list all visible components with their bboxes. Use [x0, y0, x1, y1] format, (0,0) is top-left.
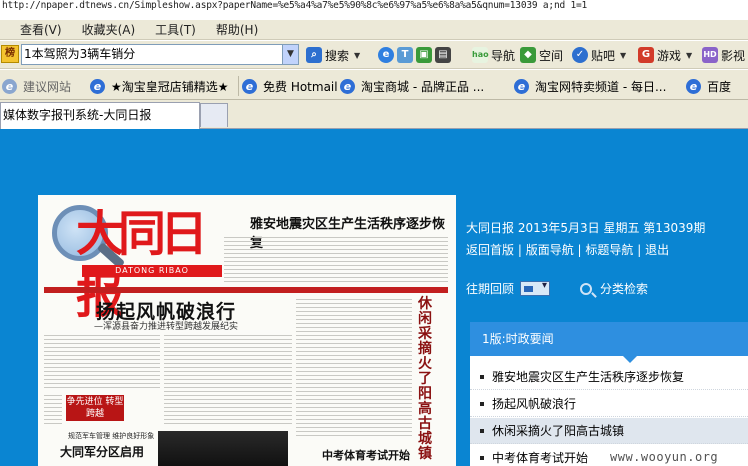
ie-page-icon: e: [340, 78, 355, 94]
category-search[interactable]: 分类检索: [580, 280, 648, 297]
toolbar-space-label: 空间: [539, 48, 564, 63]
toolbar-tag-icon[interactable]: 榜: [1, 45, 19, 63]
video-icon: HD: [702, 47, 718, 63]
list-item-highlighted[interactable]: 休闲采摘火了阳高古城镇: [470, 418, 748, 444]
article-list: 1版:时政要闻 雅安地震灾区生产生活秩序逐步恢复 扬起风帆破浪行 休闲采摘火了阳…: [470, 322, 748, 466]
chevron-down-icon[interactable]: ▼: [620, 51, 626, 60]
issue-date-line: 大同日报 2013年5月3日 星期五 第13039期: [466, 221, 706, 235]
text-block: [296, 299, 412, 439]
search-button[interactable]: ⌕ 搜索 ▼: [306, 45, 360, 65]
tieba-icon: ✓: [572, 47, 588, 63]
menu-favorites[interactable]: 收藏夹(A): [82, 21, 136, 38]
games-icon: G: [638, 47, 654, 63]
calendar-dropdown[interactable]: [520, 280, 551, 296]
favorite-hotmail[interactable]: e 免费 Hotmail: [242, 77, 338, 95]
category-search-label: 分类检索: [600, 282, 649, 296]
masthead: 大同日报 DATONG RIBAO: [46, 201, 224, 324]
favorites-divider: [238, 76, 239, 96]
paper-bottom-headline[interactable]: 大同军分区启用: [60, 443, 144, 460]
media-icon[interactable]: ▤: [435, 47, 451, 63]
translate-icon[interactable]: T: [397, 47, 413, 63]
favorite-tmall[interactable]: e 淘宝商城 - 品牌正品 ...: [340, 77, 484, 95]
toolbar-nav[interactable]: hao 导航: [472, 45, 515, 65]
red-divider: [44, 287, 448, 293]
image-icon[interactable]: ▣: [416, 47, 432, 63]
past-issues-label: 往期回顾: [466, 282, 515, 296]
text-block: [164, 335, 292, 427]
space-icon: ◆: [520, 47, 536, 63]
toolbar-video[interactable]: HD 影视: [702, 45, 745, 65]
page-content: 大同日报 DATONG RIBAO 雅安地震灾区生产生活秩序逐步恢复 扬起风帆破…: [0, 129, 748, 466]
favorite-label: 淘宝商城 - 品牌正品 ...: [361, 79, 485, 94]
link-layout-nav[interactable]: 版面导航: [526, 243, 574, 257]
newspaper-page-image[interactable]: 大同日报 DATONG RIBAO 雅安地震灾区生产生活秩序逐步恢复 扬起风帆破…: [38, 195, 456, 466]
toolbar-quick-icons: e T ▣ ▤: [378, 45, 454, 65]
tab-bar: 媒体数字报刊系统-大同日报: [0, 100, 748, 129]
search-icon: ⌕: [306, 47, 322, 63]
search-input[interactable]: 1本驾照为3辆车销分 ▼: [21, 44, 299, 65]
paper-main-subhead: —浑源县奋力推进转型跨越发展纪实: [94, 322, 239, 332]
paper-photo: [158, 431, 288, 466]
favorite-suggested-sites[interactable]: e 建议网站: [2, 77, 71, 95]
past-issues[interactable]: 往期回顾: [466, 280, 551, 297]
list-item[interactable]: 扬起风帆破浪行: [470, 391, 748, 417]
list-item[interactable]: 雅安地震灾区生产生活秩序逐步恢复: [470, 364, 748, 390]
nav-separator: |: [517, 243, 526, 257]
ie-page-icon: e: [514, 78, 529, 94]
favorite-taobao-sale[interactable]: e 淘宝网特卖频道 - 每日...: [514, 77, 666, 95]
search-dropdown-button[interactable]: ▼: [282, 45, 298, 64]
favorite-taobao-crown[interactable]: e ★淘宝皇冠店铺精选★: [90, 77, 229, 95]
toolbar-games[interactable]: G 游戏 ▼: [638, 45, 692, 65]
text-block: [44, 395, 62, 425]
paper-vertical-headline[interactable]: 休闲采摘火了阳高古城镇: [418, 297, 434, 462]
paper-bottom-right-headline[interactable]: 中考体育考试开始: [322, 447, 410, 463]
favorite-label: 建议网站: [23, 79, 72, 94]
favorites-bar: e 建议网站 e ★淘宝皇冠店铺精选★ e 免费 Hotmail e 淘宝商城 …: [0, 70, 748, 100]
favorite-label: 免费 Hotmail: [263, 79, 338, 94]
tab-active[interactable]: 媒体数字报刊系统-大同日报: [0, 102, 200, 129]
text-block: [44, 335, 160, 391]
ie-page-icon: e: [90, 78, 105, 94]
toolbar-space[interactable]: ◆ 空间: [520, 45, 563, 65]
search-toolbar: 榜 1本驾照为3辆车销分 ▼ ⌕ 搜索 ▼ e T ▣ ▤ hao 导航 ◆ 空…: [0, 41, 748, 69]
text-block: [224, 237, 448, 283]
menu-view[interactable]: 查看(V): [20, 21, 62, 38]
link-title-nav[interactable]: 标题导航: [585, 243, 633, 257]
menu-bar: 查看(V) 收藏夹(A) 工具(T) 帮助(H): [0, 20, 748, 40]
favorite-label: ★淘宝皇冠店铺精选★: [111, 79, 229, 94]
refresh-icon[interactable]: e: [378, 47, 394, 63]
masthead-subtitle: DATONG RIBAO: [82, 265, 222, 277]
address-bar[interactable]: http://npaper.dtnews.cn/Simpleshow.aspx?…: [0, 0, 748, 13]
nav-separator: |: [637, 243, 646, 257]
search-query-text: 1本驾照为3辆车销分: [24, 47, 136, 61]
menu-help[interactable]: 帮助(H): [216, 21, 258, 38]
chevron-down-icon[interactable]: ▼: [686, 51, 692, 60]
paper-red-tag: 争先进位 转型跨越: [66, 395, 124, 421]
favorite-baidu[interactable]: e 百度: [686, 77, 731, 95]
menu-tools[interactable]: 工具(T): [155, 21, 196, 38]
favorite-label: 淘宝网特卖频道 - 每日...: [535, 79, 667, 94]
nav-links: 返回首版 | 版面导航 | 标题导航 | 退出: [466, 241, 669, 258]
search-icon: [580, 282, 592, 295]
paper-bottom-small: 规范军车管理 维护良好形象: [68, 432, 155, 440]
toolbar-video-label: 影视: [721, 48, 746, 63]
ie-page-icon: e: [686, 78, 701, 94]
ie-page-icon: e: [242, 78, 257, 94]
favorite-label: 百度: [707, 79, 732, 94]
new-tab-button[interactable]: [200, 103, 228, 127]
toolbar-nav-label: 导航: [491, 48, 516, 63]
section-title: 1版:时政要闻: [470, 322, 748, 363]
toolbar-tieba-label: 贴吧: [591, 48, 616, 63]
link-exit[interactable]: 退出: [645, 243, 669, 257]
suggested-sites-icon: e: [2, 78, 17, 94]
toolbar-games-label: 游戏: [657, 48, 682, 63]
chevron-down-icon[interactable]: ▼: [354, 51, 360, 60]
watermark: www.wooyun.org: [610, 450, 719, 464]
link-home[interactable]: 返回首版: [466, 243, 514, 257]
toolbar-tieba[interactable]: ✓ 贴吧 ▼: [572, 45, 626, 65]
hao-icon: hao: [472, 47, 489, 63]
search-button-label: 搜索: [325, 48, 350, 63]
